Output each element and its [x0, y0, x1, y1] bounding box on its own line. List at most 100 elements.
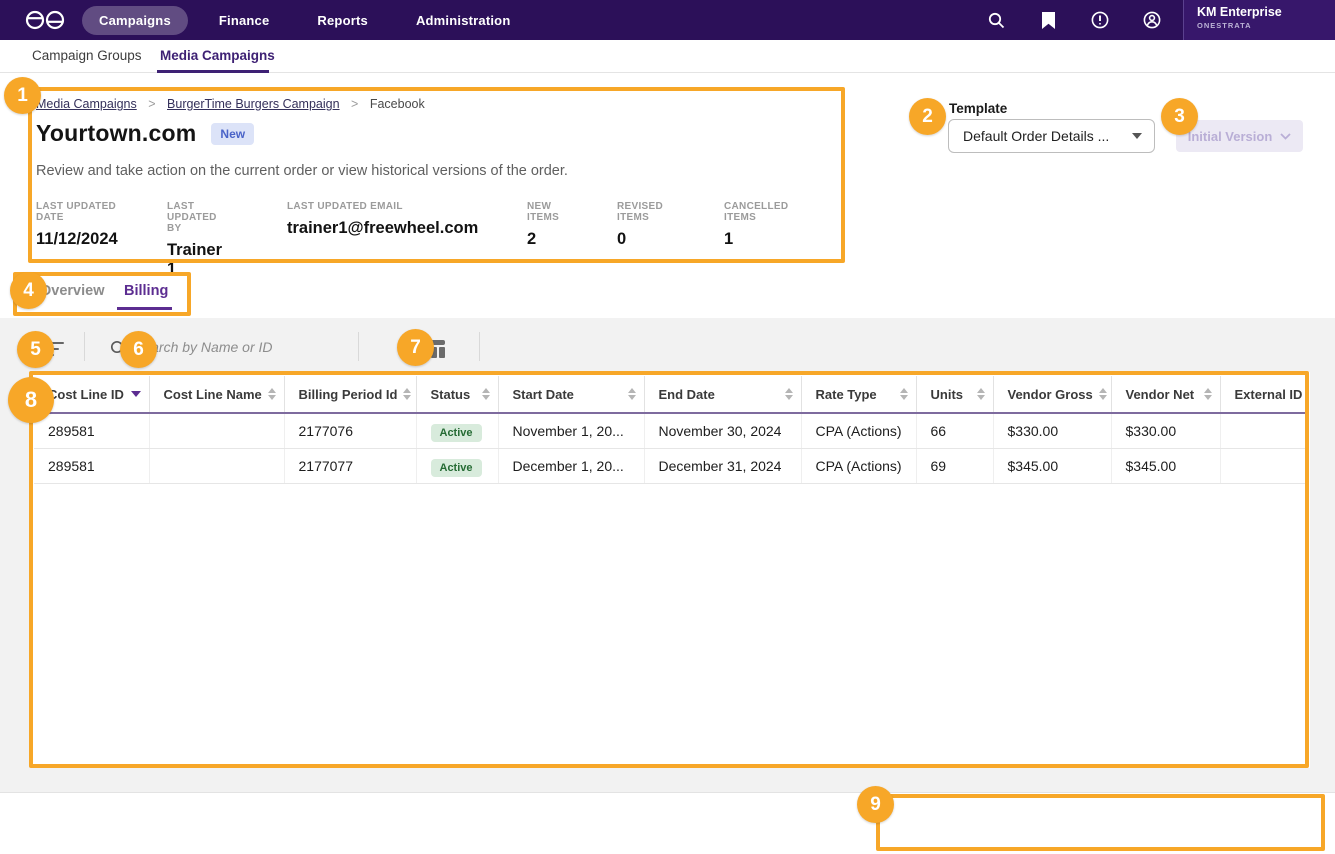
- alert-icon[interactable]: [1091, 11, 1109, 29]
- column-header-cost-line-id[interactable]: Cost Line ID: [34, 376, 149, 413]
- top-navbar: Campaigns Finance Reports Administration…: [0, 0, 1335, 40]
- order-description: Review and take action on the current or…: [36, 163, 568, 179]
- breadcrumb-separator: >: [148, 97, 155, 111]
- cell-cost-line-id: 289581: [34, 413, 149, 448]
- chevron-down-icon: [1280, 133, 1291, 140]
- cell-units: 69: [916, 448, 993, 483]
- bookmark-icon[interactable]: [1039, 11, 1057, 29]
- sort-icon[interactable]: [482, 388, 490, 400]
- annotation-badge-2: 2: [909, 98, 946, 135]
- stat-label: LAST UPDATED EMAIL: [287, 201, 478, 212]
- column-header-end-date[interactable]: End Date: [644, 376, 801, 413]
- stat-label: REVISED ITEMS: [617, 201, 663, 223]
- sort-icon[interactable]: [1204, 388, 1212, 400]
- column-header-external-id[interactable]: External ID: [1220, 376, 1308, 413]
- app-window: Campaigns Finance Reports Administration…: [0, 0, 1335, 854]
- stat-revised-items: REVISED ITEMS 0: [617, 201, 663, 249]
- nav-item-campaigns[interactable]: Campaigns: [82, 6, 188, 35]
- subtab-media-campaigns[interactable]: Media Campaigns: [160, 48, 275, 63]
- cell-units: 66: [916, 413, 993, 448]
- column-header-start-date[interactable]: Start Date: [498, 376, 644, 413]
- chevron-down-icon: [1132, 133, 1142, 139]
- column-header-units[interactable]: Units: [916, 376, 993, 413]
- cell-external-id: [1220, 413, 1308, 448]
- stat-cancelled-items: CANCELLED ITEMS 1: [724, 201, 788, 249]
- sort-icon[interactable]: [268, 388, 276, 400]
- cell-external-id: [1220, 448, 1308, 483]
- cell-vendor-gross: $345.00: [993, 448, 1111, 483]
- table-row[interactable]: 289581 2177077 Active December 1, 20... …: [34, 448, 1308, 483]
- primary-nav: Campaigns Finance Reports Administration: [82, 6, 541, 35]
- stat-label: NEW ITEMS: [527, 201, 559, 223]
- cell-start-date: December 1, 20...: [498, 448, 644, 483]
- tab-overview[interactable]: Overview: [40, 283, 105, 299]
- tab-billing[interactable]: Billing: [124, 283, 168, 299]
- sort-desc-icon[interactable]: [131, 391, 141, 397]
- stat-last-updated-email: LAST UPDATED EMAIL trainer1@freewheel.co…: [287, 201, 478, 238]
- breadcrumb-campaign[interactable]: BurgerTime Burgers Campaign: [167, 97, 340, 111]
- breadcrumb-media-campaigns[interactable]: Media Campaigns: [36, 97, 137, 111]
- nav-item-administration[interactable]: Administration: [399, 6, 528, 35]
- search-icon[interactable]: [987, 11, 1005, 29]
- template-dropdown[interactable]: Default Order Details ...: [948, 119, 1155, 153]
- stat-value: 0: [617, 230, 663, 249]
- stat-label: LAST UPDATED BY: [167, 201, 222, 234]
- cell-end-date: November 30, 2024: [644, 413, 801, 448]
- active-subtab-underline: [157, 70, 269, 73]
- status-pill: Active: [431, 424, 482, 442]
- toolbar-divider: [358, 332, 359, 361]
- active-tab-underline: [117, 307, 172, 310]
- sort-icon[interactable]: [1099, 388, 1107, 400]
- cell-status: Active: [416, 413, 498, 448]
- column-header-vendor-gross[interactable]: Vendor Gross: [993, 376, 1111, 413]
- nav-item-reports[interactable]: Reports: [300, 6, 385, 35]
- secondary-nav: Campaign Groups Media Campaigns: [0, 40, 1335, 73]
- stat-label: LAST UPDATED DATE: [36, 201, 118, 223]
- tenant-switcher[interactable]: KM Enterprise ONESTRATA: [1183, 0, 1335, 40]
- table-row[interactable]: 289581 2177076 Active November 1, 20... …: [34, 413, 1308, 448]
- breadcrumb-current: Facebook: [370, 97, 425, 111]
- filter-icon[interactable]: [48, 342, 64, 360]
- column-header-rate-type[interactable]: Rate Type: [801, 376, 916, 413]
- column-header-cost-line-name[interactable]: Cost Line Name: [149, 376, 284, 413]
- footer-action-bar: Close Download Version Send: [0, 793, 1335, 854]
- stat-value: 11/12/2024: [36, 230, 118, 249]
- cell-status: Active: [416, 448, 498, 483]
- column-header-status[interactable]: Status: [416, 376, 498, 413]
- table-header-row: Cost Line ID Cost Line Name Billing Peri…: [34, 376, 1308, 413]
- stat-new-items: NEW ITEMS 2: [527, 201, 559, 249]
- version-dropdown-label: Initial Version: [1188, 129, 1273, 144]
- column-header-billing-period-id[interactable]: Billing Period Id: [284, 376, 416, 413]
- sort-icon[interactable]: [900, 388, 908, 400]
- page-title: Yourtown.com: [36, 120, 196, 147]
- sort-icon[interactable]: [628, 388, 636, 400]
- template-label: Template: [949, 101, 1007, 116]
- user-icon[interactable]: [1143, 11, 1161, 29]
- cell-rate-type: CPA (Actions): [801, 413, 916, 448]
- stat-label: CANCELLED ITEMS: [724, 201, 788, 223]
- tenant-product: ONESTRATA: [1197, 21, 1335, 30]
- nav-item-finance[interactable]: Finance: [202, 6, 287, 35]
- search-icon: [110, 340, 127, 362]
- template-dropdown-value: Default Order Details ...: [963, 128, 1132, 144]
- sort-icon[interactable]: [977, 388, 985, 400]
- breadcrumb: Media Campaigns > BurgerTime Burgers Cam…: [36, 97, 425, 111]
- brand-logo-icon[interactable]: [22, 9, 68, 31]
- stat-value: trainer1@freewheel.com: [287, 219, 478, 238]
- subtab-campaign-groups[interactable]: Campaign Groups: [32, 48, 142, 63]
- tenant-name: KM Enterprise: [1197, 5, 1335, 19]
- breadcrumb-separator: >: [351, 97, 358, 111]
- version-dropdown[interactable]: Initial Version: [1176, 120, 1303, 152]
- cell-cost-line-name: [149, 413, 284, 448]
- column-settings-icon[interactable]: [423, 340, 445, 363]
- column-header-vendor-net[interactable]: Vendor Net: [1111, 376, 1220, 413]
- cell-end-date: December 31, 2024: [644, 448, 801, 483]
- search-input[interactable]: [134, 334, 344, 360]
- sort-icon[interactable]: [785, 388, 793, 400]
- cell-billing-period-id: 2177077: [284, 448, 416, 483]
- stat-value: 2: [527, 230, 559, 249]
- cell-vendor-gross: $330.00: [993, 413, 1111, 448]
- cell-vendor-net: $330.00: [1111, 413, 1220, 448]
- stat-last-updated-date: LAST UPDATED DATE 11/12/2024: [36, 201, 118, 249]
- sort-icon[interactable]: [403, 388, 411, 400]
